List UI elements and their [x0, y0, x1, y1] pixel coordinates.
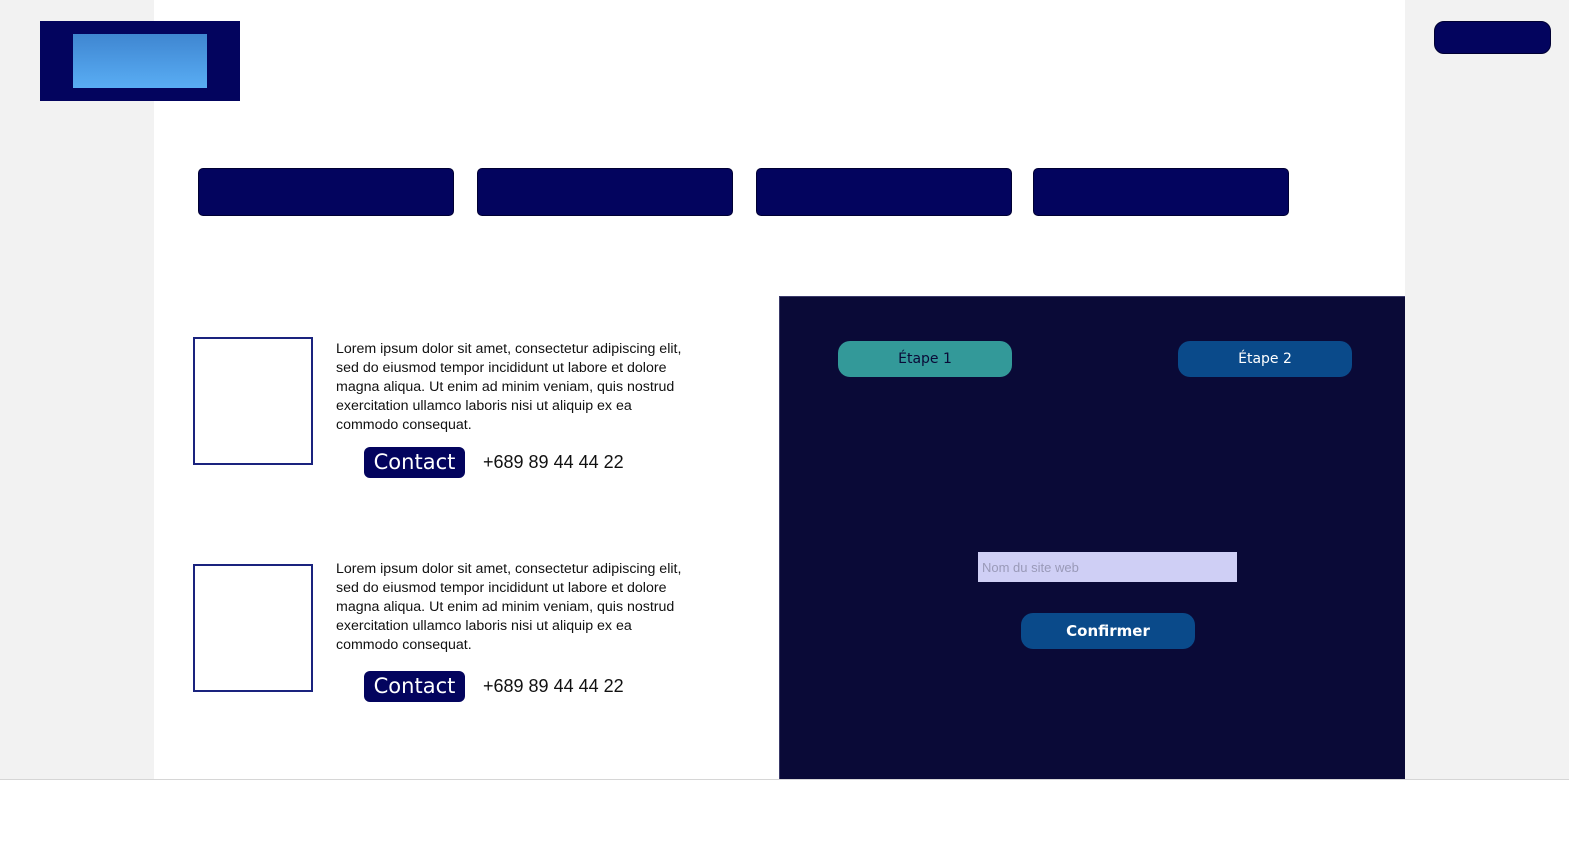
nav-button-4[interactable]: [1033, 168, 1289, 216]
card-description: Lorem ipsum dolor sit amet, consectetur …: [336, 561, 682, 653]
nav-button-2[interactable]: [477, 168, 733, 216]
nav-button-3[interactable]: [756, 168, 1012, 216]
card-image-placeholder: [193, 337, 313, 465]
phone-number: +689 89 44 44 22: [483, 676, 624, 696]
top-right-button[interactable]: [1434, 21, 1551, 54]
site-logo[interactable]: [40, 21, 240, 101]
steps-panel: Étape 1 Étape 2 Confirmer: [779, 296, 1405, 779]
confirm-button[interactable]: Confirmer: [1021, 613, 1195, 649]
nav-button-1[interactable]: [198, 168, 454, 216]
logo-icon: [73, 34, 207, 88]
contact-button[interactable]: Contact: [364, 447, 465, 478]
site-name-input[interactable]: [978, 552, 1237, 582]
footer-divider: [0, 779, 1569, 780]
contact-button[interactable]: Contact: [364, 671, 465, 702]
card-description: Lorem ipsum dolor sit amet, consectetur …: [336, 341, 682, 433]
card-image-placeholder: [193, 564, 313, 692]
step-1-button[interactable]: Étape 1: [838, 341, 1012, 377]
page: Lorem ipsum dolor sit amet, consectetur …: [0, 0, 1569, 863]
phone-number: +689 89 44 44 22: [483, 452, 624, 472]
step-2-button[interactable]: Étape 2: [1178, 341, 1352, 377]
